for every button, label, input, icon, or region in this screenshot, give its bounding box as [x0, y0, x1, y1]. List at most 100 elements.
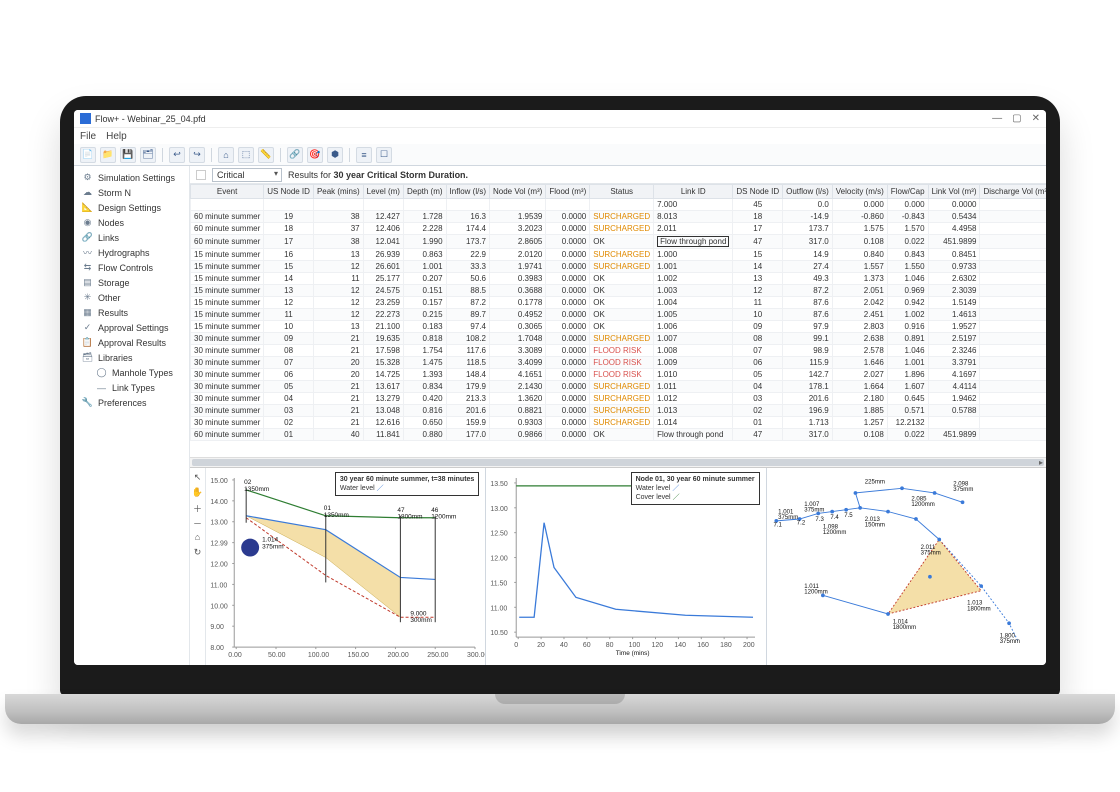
sidebar-item-nodes[interactable]: ◉Nodes — [74, 215, 189, 230]
sidebar-item-manhole-types[interactable]: ◯Manhole Types — [74, 365, 189, 380]
sidebar-item-simulation-settings[interactable]: ⚙Simulation Settings — [74, 170, 189, 185]
sidebar-item-link-types[interactable]: —Link Types — [74, 380, 189, 395]
svg-text:12.00: 12.00 — [210, 562, 228, 569]
table-row[interactable]: 15 minute summer101321.1000.18397.40.306… — [191, 321, 1047, 333]
table-row[interactable]: 30 minute summer042113.2790.420213.31.36… — [191, 393, 1047, 405]
vtool-cursor-icon[interactable]: ↖ — [192, 472, 204, 484]
column-header[interactable]: Node Vol (m³) — [489, 185, 545, 199]
toolbar-undo-icon[interactable]: ↩ — [169, 147, 185, 163]
sidebar-item-approval-results[interactable]: 📋Approval Results — [74, 335, 189, 350]
column-header[interactable]: Link Vol (m³) — [928, 185, 980, 199]
column-header[interactable]: DS Node ID — [733, 185, 783, 199]
sidebar: ⚙Simulation Settings☁Storm N📐Design Sett… — [74, 166, 190, 665]
table-row[interactable]: 30 minute summer052113.6170.834179.92.14… — [191, 381, 1047, 393]
column-header[interactable]: Outflow (l/s) — [783, 185, 833, 199]
sidebar-item-hydrographs[interactable]: 〰Hydrographs — [74, 245, 189, 260]
line-icon: ／ — [672, 485, 679, 492]
sidebar-item-links[interactable]: 🔗Links — [74, 230, 189, 245]
toolbar-new-icon[interactable]: 📄 — [80, 147, 96, 163]
table-row[interactable]: 15 minute summer131224.5750.15188.50.368… — [191, 285, 1047, 297]
svg-text:01: 01 — [324, 505, 332, 512]
maximize-button[interactable]: ▢ — [1012, 113, 1021, 124]
sidebar-item-approval-settings[interactable]: ✓Approval Settings — [74, 320, 189, 335]
scroll-right-icon[interactable]: ▸ — [1036, 458, 1046, 468]
results-table-wrap[interactable]: EventUS Node IDPeak (mins)Level (m)Depth… — [190, 184, 1046, 457]
vtool-home-icon[interactable]: ⌂ — [192, 532, 204, 544]
toolbar-save-icon[interactable]: 💾 — [120, 147, 136, 163]
horizontal-scrollbar[interactable]: ◂ ▸ — [190, 457, 1046, 467]
long-section-panel[interactable]: 30 year 60 minute summer, t=38 minutes W… — [206, 468, 486, 665]
sidebar-item-label: Links — [98, 233, 119, 243]
table-row[interactable]: 30 minute summer032113.0480.816201.60.88… — [191, 405, 1047, 417]
column-header[interactable]: Event — [191, 185, 264, 199]
table-row[interactable]: 60 minute summer193812.4271.72816.31.953… — [191, 211, 1047, 223]
sidebar-item-design-settings[interactable]: 📐Design Settings — [74, 200, 189, 215]
hydrograph-panel[interactable]: Node 01, 30 year 60 minute summer Water … — [486, 468, 766, 665]
toolbar-select-icon[interactable]: ⬚ — [238, 147, 254, 163]
svg-text:1200mm: 1200mm — [431, 514, 456, 521]
vtool-zoomin-icon[interactable]: ＋ — [192, 502, 204, 514]
close-button[interactable]: ✕ — [1032, 113, 1040, 124]
svg-text:8.00: 8.00 — [210, 645, 224, 652]
toolbar-3d-icon[interactable]: ⬢ — [327, 147, 343, 163]
plan-view-panel[interactable]: 225mm 2.098375mm 2.0851200mm 1.001375mm … — [767, 468, 1046, 665]
table-row[interactable]: 15 minute summer141125.1770.20750.60.398… — [191, 273, 1047, 285]
table-row[interactable]: 15 minute summer111222.2730.21589.70.495… — [191, 309, 1047, 321]
vtool-pan-icon[interactable]: ✋ — [192, 487, 204, 499]
column-header[interactable]: Inflow (l/s) — [446, 185, 489, 199]
toolbar-redo-icon[interactable]: ↪ — [189, 147, 205, 163]
column-header[interactable]: Link ID — [654, 185, 733, 199]
sidebar-item-libraries[interactable]: 🗃Libraries — [74, 350, 189, 365]
table-row[interactable]: 30 minute summer072015.3281.475118.53.40… — [191, 357, 1047, 369]
vtool-zoomout-icon[interactable]: － — [192, 517, 204, 529]
toolbar-link-icon[interactable]: 🔗 — [287, 147, 303, 163]
table-row[interactable]: 30 minute summer082117.5981.754117.63.30… — [191, 345, 1047, 357]
table-row[interactable]: 60 minute summer183712.4062.228174.43.20… — [191, 223, 1047, 235]
filter-grid-icon[interactable] — [196, 170, 206, 180]
column-header[interactable]: Depth (m) — [403, 185, 446, 199]
toolbar-open-icon[interactable]: 📁 — [100, 147, 116, 163]
toolbar-measure-icon[interactable]: 📏 — [258, 147, 274, 163]
svg-text:11.00: 11.00 — [210, 582, 227, 589]
minimize-button[interactable]: — — [992, 113, 1002, 124]
table-row[interactable]: 15 minute summer151226.6011.00133.31.974… — [191, 261, 1047, 273]
table-row[interactable]: 60 minute summer014011.8410.880177.00.98… — [191, 429, 1047, 441]
table-row[interactable]: 7.000450.00.0000.0000.0000 — [191, 199, 1047, 211]
app-window: Flow+ - Webinar_25_04.pfd — ▢ ✕ File Hel… — [74, 110, 1046, 665]
sidebar-item-preferences[interactable]: 🔧Preferences — [74, 395, 189, 410]
toolbar-rect-icon[interactable]: ☐ — [376, 147, 392, 163]
table-row[interactable]: 30 minute summer092119.6350.818108.21.70… — [191, 333, 1047, 345]
table-row[interactable]: 30 minute summer022112.6160.650159.90.93… — [191, 417, 1047, 429]
column-header[interactable]: Peak (mins) — [313, 185, 363, 199]
toolbar-home-icon[interactable]: ⌂ — [218, 147, 234, 163]
vtool-refresh-icon[interactable]: ↻ — [192, 547, 204, 559]
sidebar-icon: — — [96, 382, 107, 393]
toolbar-list-icon[interactable]: ≡ — [356, 147, 372, 163]
scroll-thumb[interactable] — [192, 459, 1044, 466]
svg-text:13.00: 13.00 — [210, 520, 228, 527]
column-header[interactable]: Velocity (m/s) — [832, 185, 887, 199]
column-header[interactable]: Level (m) — [363, 185, 403, 199]
sidebar-item-storage[interactable]: ▤Storage — [74, 275, 189, 290]
sidebar-item-results[interactable]: ▦Results — [74, 305, 189, 320]
column-header[interactable]: Discharge Vol (m³) — [980, 185, 1046, 199]
column-header[interactable]: US Node ID — [264, 185, 314, 199]
toolbar-target-icon[interactable]: 🎯 — [307, 147, 323, 163]
sidebar-item-flow-controls[interactable]: ⇆Flow Controls — [74, 260, 189, 275]
table-row[interactable]: 15 minute summer121223.2590.15787.20.177… — [191, 297, 1047, 309]
table-row[interactable]: 60 minute summer173812.0411.990173.72.86… — [191, 235, 1047, 249]
menu-help[interactable]: Help — [106, 131, 127, 142]
sidebar-item-other[interactable]: ✳Other — [74, 290, 189, 305]
filter-dropdown[interactable]: Critical — [212, 168, 282, 182]
sidebar-icon: 〰 — [82, 247, 93, 258]
svg-text:12.99: 12.99 — [210, 541, 228, 548]
sidebar-item-label: Storage — [98, 278, 130, 288]
column-header[interactable]: Flood (m³) — [546, 185, 590, 199]
menu-file[interactable]: File — [80, 131, 96, 142]
toolbar-saveas-icon[interactable]: 🗂 — [140, 147, 156, 163]
column-header[interactable]: Status — [590, 185, 654, 199]
table-row[interactable]: 30 minute summer062014.7251.393148.44.16… — [191, 369, 1047, 381]
sidebar-item-storm-n[interactable]: ☁Storm N — [74, 185, 189, 200]
column-header[interactable]: Flow/Cap — [887, 185, 928, 199]
table-row[interactable]: 15 minute summer161326.9390.86322.92.012… — [191, 249, 1047, 261]
